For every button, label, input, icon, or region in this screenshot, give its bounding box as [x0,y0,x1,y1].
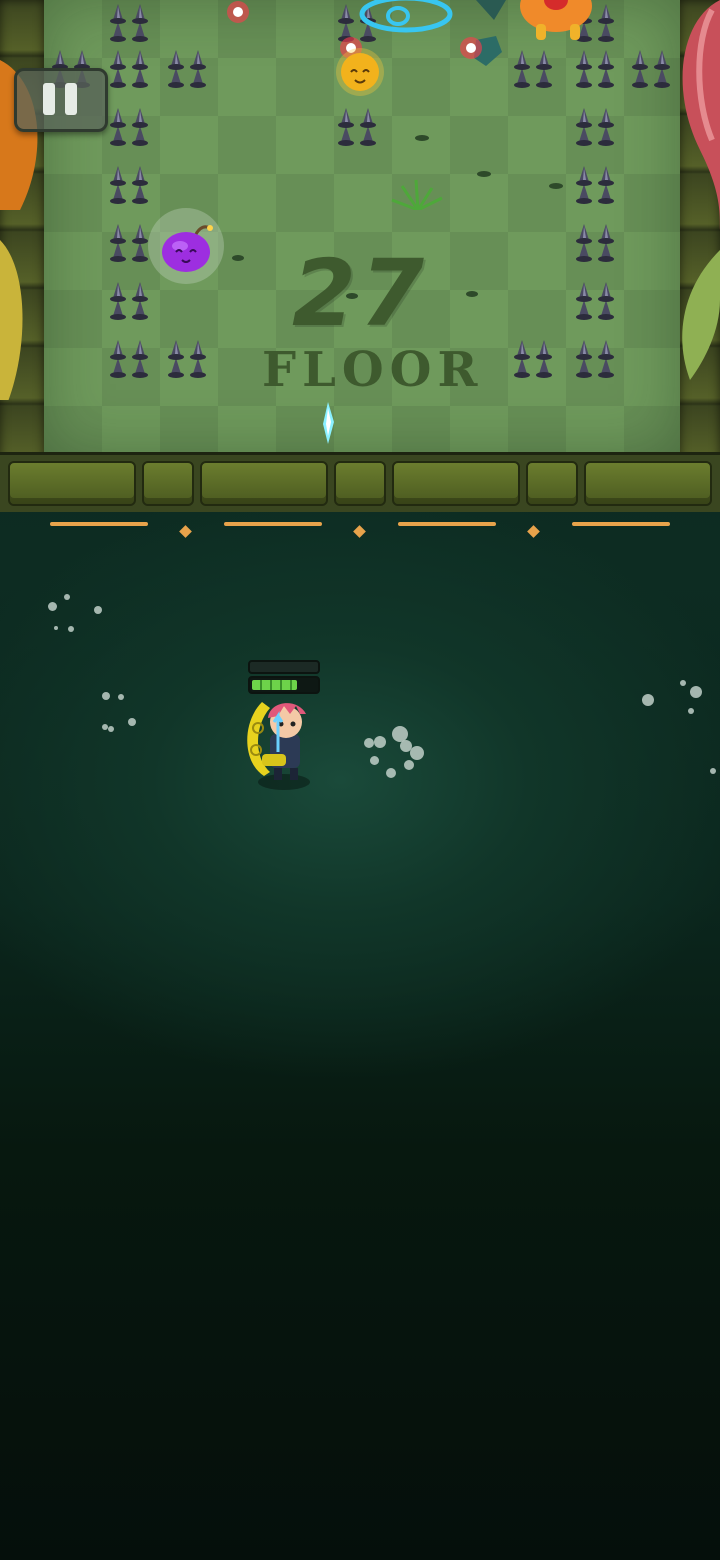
spike-trap-icon [570,336,620,386]
dust-particle [386,768,396,778]
yellow-bomb-enemy-icon [336,48,384,96]
game-scene[interactable]: 27 FLOOR [0,0,720,1560]
dust-particle [370,756,379,765]
player-health-bar [248,660,320,694]
dust-particle [94,606,102,614]
player-hp-fill [252,680,297,690]
pause-button[interactable] [14,68,108,132]
dust-particle [404,760,414,770]
player-shield-bar [248,660,320,674]
wall-block [8,461,136,506]
dust-particle [690,686,702,698]
spike-trap-icon [508,336,558,386]
gate-dot-icon [527,525,540,538]
spike-trap-icon [570,220,620,270]
dust-particle [410,746,424,760]
enemy-bullet-icon [227,1,249,23]
dust-particle [374,736,386,748]
dust-particle [54,626,58,630]
gate-line [572,522,670,526]
dust-particle [64,594,70,600]
wall-block [526,461,578,506]
enemy-bullet-icon [460,37,482,59]
spike-trap-icon [626,46,676,96]
wall-block [142,461,194,506]
dust-particle [68,626,74,632]
spike-trap-icon [570,104,620,154]
player-archer-icon[interactable] [240,692,324,792]
floor-label: FLOOR [262,342,484,398]
spike-trap-icon [104,336,154,386]
player-arrow-icon [323,402,334,444]
dust-particle [128,718,136,726]
portal-icon [359,0,453,33]
dust-particle [710,768,716,774]
wall-block [584,461,712,506]
spike-trap-icon [570,46,620,96]
purple-bomb-enemy-icon [148,208,224,284]
dust-particle [108,726,114,732]
gate-line [50,522,148,526]
gate-line [398,522,496,526]
dust-particle [688,708,694,714]
spike-trap-icon [162,336,212,386]
spike-trap-icon [570,278,620,328]
spike-trap-icon [570,162,620,212]
spike-trap-icon [162,46,212,96]
gate-markers [0,510,720,558]
spike-trap-icon [104,104,154,154]
spike-trap-icon [104,46,154,96]
gate-dot-icon [353,525,366,538]
wall-block [200,461,328,506]
dust-particle [102,692,110,700]
gate-line [224,522,322,526]
dust-particle [118,694,124,700]
fire-monster-icon [520,0,592,40]
spike-trap-icon [104,0,154,50]
dust-particle [642,694,654,706]
dust-particle [680,680,686,686]
wall-block [334,461,386,506]
board-bottom-wall [0,452,720,512]
ground-holes-icon [232,135,563,299]
dust-particle [48,602,57,611]
wall-block [392,461,520,506]
dust-particle [364,738,374,748]
gate-dot-icon [179,525,192,538]
